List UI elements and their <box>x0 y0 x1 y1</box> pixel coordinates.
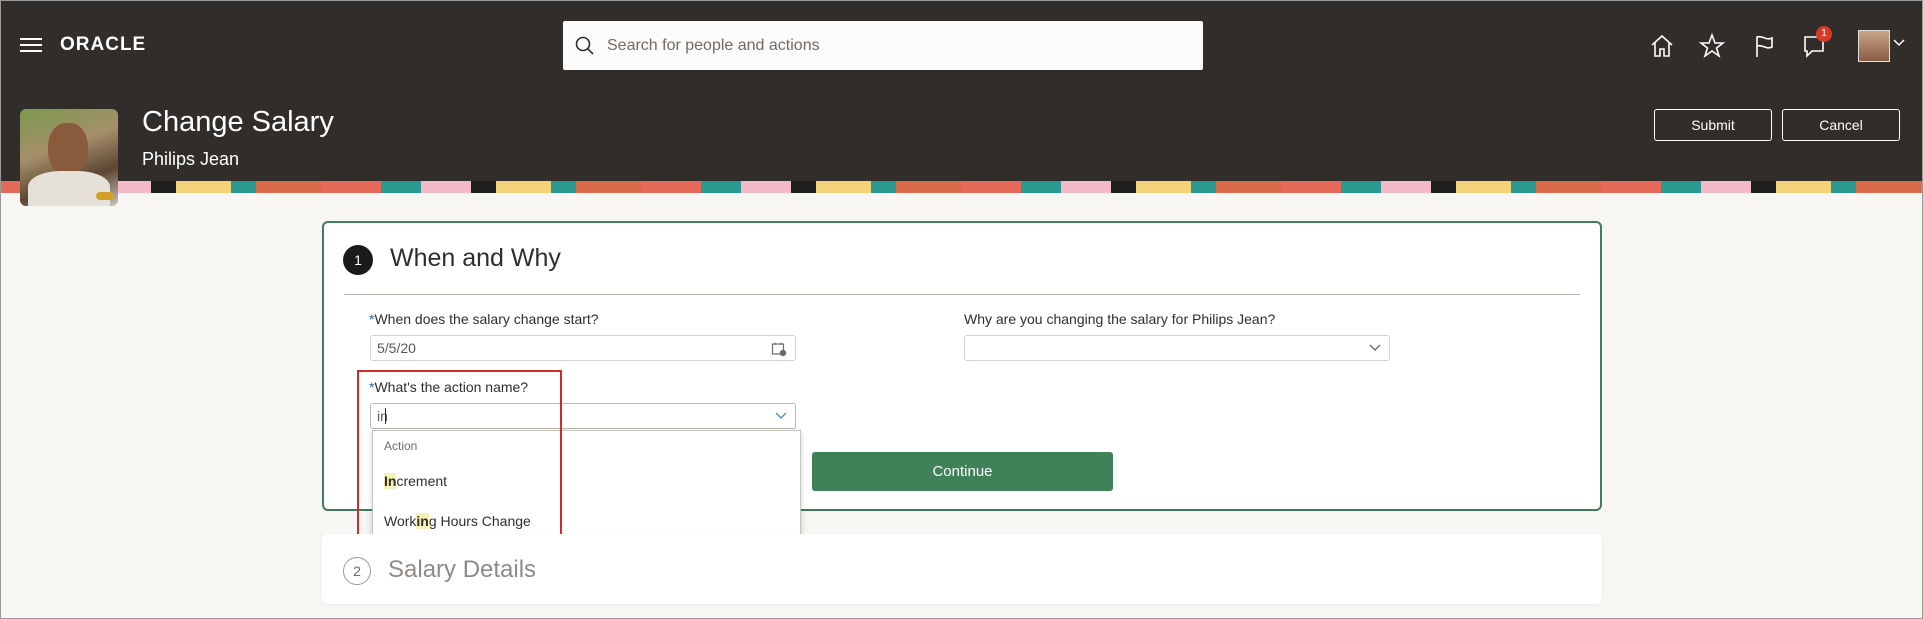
reason-select[interactable] <box>964 335 1390 361</box>
start-date-field[interactable]: 5/5/20 <box>370 335 796 361</box>
continue-button[interactable]: Continue <box>812 452 1113 491</box>
favorites-star-icon[interactable] <box>1698 32 1726 60</box>
oracle-logo: ORACLE <box>60 34 147 55</box>
start-date-value: 5/5/20 <box>377 340 416 356</box>
page-title: Change Salary <box>142 106 334 138</box>
reason-label: Why are you changing the salary for Phil… <box>964 311 1276 327</box>
flag-icon[interactable] <box>1750 32 1778 60</box>
chevron-down-icon[interactable] <box>775 412 787 420</box>
section-title-when-and-why: When and Why <box>390 244 561 272</box>
start-date-label: *When does the salary change start? <box>369 311 599 327</box>
step-number-2: 2 <box>343 557 371 585</box>
search-icon <box>575 36 594 55</box>
cancel-button[interactable]: Cancel <box>1782 109 1900 141</box>
chevron-down-icon[interactable] <box>1893 38 1905 48</box>
submit-button[interactable]: Submit <box>1654 109 1772 141</box>
home-icon[interactable] <box>1648 32 1676 60</box>
annotation-highlight-box <box>357 370 562 547</box>
chevron-down-icon[interactable] <box>1369 344 1381 352</box>
notification-badge: 1 <box>1816 26 1832 42</box>
hamburger-menu-icon[interactable] <box>20 38 42 56</box>
search-input[interactable] <box>605 35 1169 56</box>
user-avatar[interactable] <box>1858 30 1890 62</box>
calendar-icon[interactable] <box>771 341 787 357</box>
step-number-1: 1 <box>343 245 373 275</box>
global-search-box[interactable] <box>563 21 1203 70</box>
notifications-icon[interactable]: 1 <box>1800 26 1832 60</box>
employee-photo <box>20 109 118 206</box>
employee-name: Philips Jean <box>142 149 240 169</box>
section-title-salary-details: Salary Details <box>388 556 537 583</box>
decorative-banner <box>1 181 1922 193</box>
section-divider <box>344 294 1580 295</box>
